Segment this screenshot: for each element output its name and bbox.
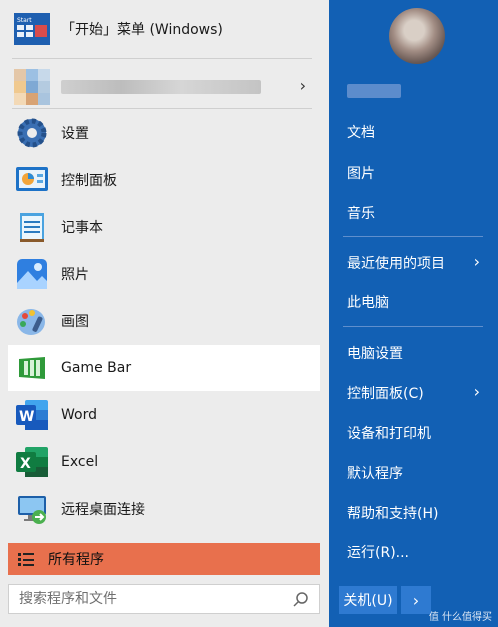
blurred-app-icon <box>13 68 51 106</box>
app-label: Excel <box>61 454 99 470</box>
all-programs-button[interactable]: 所有程序 <box>8 543 320 575</box>
all-programs-label: 所有程序 <box>48 552 104 568</box>
right-item-recent-items[interactable]: 最近使用的项目 <box>347 253 445 273</box>
right-item-run[interactable]: 运行(R)... <box>347 542 409 562</box>
excel-icon: X <box>13 443 51 481</box>
gear-icon <box>13 114 51 152</box>
chevron-right-icon: › <box>412 590 420 610</box>
chevron-right-icon[interactable]: › <box>474 382 480 401</box>
app-label: Word <box>61 407 97 423</box>
right-item-documents[interactable]: 文档 <box>347 122 375 142</box>
user-name-blurred[interactable] <box>347 84 401 98</box>
right-item-music[interactable]: 音乐 <box>347 203 375 223</box>
chevron-right-icon[interactable]: › <box>300 76 306 95</box>
chevron-right-icon[interactable]: › <box>474 252 480 271</box>
app-item-word[interactable]: W Word <box>8 392 320 438</box>
control-panel-icon <box>13 161 51 199</box>
blurred-app-name <box>61 80 261 94</box>
shutdown-label: 关机(U) <box>343 593 393 609</box>
divider <box>12 108 312 109</box>
pinned-label: 「开始」菜单 (Windows) <box>61 22 223 38</box>
app-item-photos[interactable]: 照片 <box>8 251 320 297</box>
right-item-devices-printers[interactable]: 设备和打印机 <box>347 423 431 443</box>
app-item-remote-desktop[interactable]: 远程桌面连接 <box>8 486 320 532</box>
start-tile-icon: Start <box>13 10 51 48</box>
svg-text:W: W <box>19 409 34 425</box>
watermark: 值 什么值得买 <box>428 612 492 623</box>
app-label: Game Bar <box>61 360 132 376</box>
left-pane: Start 「开始」菜单 (Windows) › 设置 控制面板 记事本 照片 … <box>0 0 329 627</box>
app-item-settings[interactable]: 设置 <box>8 110 320 156</box>
right-pane: 文档 图片 音乐 最近使用的项目 › 此电脑 电脑设置 控制面板(C) › 设备… <box>329 0 498 627</box>
search-input[interactable] <box>17 590 281 608</box>
app-label: 设置 <box>61 126 89 142</box>
shutdown-button[interactable]: 关机(U) <box>339 586 397 614</box>
pinned-start-menu-item[interactable]: Start 「开始」菜单 (Windows) <box>8 8 320 50</box>
app-label: 远程桌面连接 <box>61 502 145 518</box>
divider <box>343 326 483 327</box>
app-item-control-panel[interactable]: 控制面板 <box>8 157 320 203</box>
app-label: 画图 <box>61 314 89 330</box>
app-item-game-bar[interactable]: Game Bar <box>8 345 320 391</box>
app-item-paint[interactable]: 画图 <box>8 298 320 344</box>
search-box[interactable] <box>8 584 320 614</box>
right-item-pc-settings[interactable]: 电脑设置 <box>347 343 403 363</box>
paint-icon <box>13 302 51 340</box>
right-item-default-programs[interactable]: 默认程序 <box>347 463 403 483</box>
user-avatar[interactable] <box>389 8 445 64</box>
search-icon[interactable] <box>293 591 309 611</box>
right-item-this-pc[interactable]: 此电脑 <box>347 292 389 312</box>
divider <box>343 236 483 237</box>
app-label: 记事本 <box>61 220 103 236</box>
app-label: 控制面板 <box>61 173 117 189</box>
svg-text:X: X <box>20 456 31 472</box>
right-item-control-panel[interactable]: 控制面板(C) <box>347 383 424 403</box>
app-label: 照片 <box>61 267 89 283</box>
right-item-pictures[interactable]: 图片 <box>347 163 375 183</box>
photos-icon <box>13 255 51 293</box>
remote-desktop-icon <box>13 490 51 528</box>
divider <box>12 58 312 59</box>
svg-text:Start: Start <box>17 17 32 24</box>
app-item-notepad[interactable]: 记事本 <box>8 204 320 250</box>
notepad-icon <box>13 208 51 246</box>
right-item-help-support[interactable]: 帮助和支持(H) <box>347 503 438 523</box>
start-menu: Start 「开始」菜单 (Windows) › 设置 控制面板 记事本 照片 … <box>0 0 498 627</box>
game-bar-icon <box>13 349 51 387</box>
word-icon: W <box>13 396 51 434</box>
list-icon <box>18 552 34 566</box>
recent-app-item[interactable]: › <box>8 64 320 110</box>
shutdown-options-button[interactable]: › <box>401 586 431 614</box>
app-item-excel[interactable]: X Excel <box>8 439 320 485</box>
